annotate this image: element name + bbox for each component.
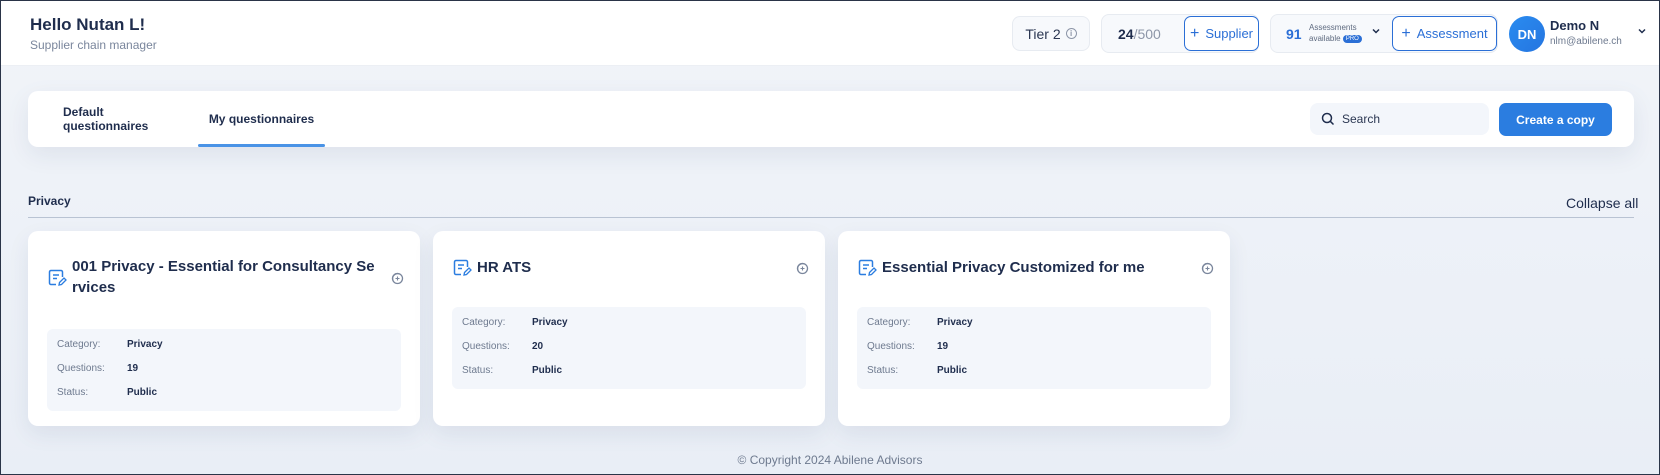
status-value: Public (937, 365, 968, 376)
plus-icon: + (1401, 24, 1411, 42)
assessments-count: 91 (1286, 26, 1302, 42)
user-email: nlm@abilene.ch (1550, 36, 1622, 47)
card-details: Category: Privacy Questions: 20 Status: Pub… (452, 307, 806, 389)
add-supplier-label: Supplier (1205, 26, 1254, 41)
status-label: Status: (57, 387, 89, 398)
tab-my-questionnaires[interactable]: My questionnaires (198, 91, 325, 147)
pro-badge: PRO (1342, 34, 1362, 43)
copy-icon[interactable] (1198, 259, 1214, 275)
assessment-counter: 91 Assessments available PRO + Assessmen… (1270, 14, 1498, 53)
category-label: Category: (867, 317, 911, 328)
add-assessment-button[interactable]: + Assessment (1392, 16, 1497, 51)
card-details: Category: Privacy Questions: 19 Status: Pub… (47, 329, 401, 411)
status-value: Public (127, 387, 158, 398)
questionnaire-icon (453, 259, 472, 276)
user-name: Demo N (1550, 18, 1600, 33)
category-value: Privacy (937, 317, 973, 328)
questionnaire-icon (858, 259, 877, 276)
supplier-counter: 24/500 + Supplier (1101, 14, 1259, 53)
card-title[interactable]: 001 Privacy - Essential for Consultancy … (72, 256, 377, 298)
supplier-count: 24/500 (1118, 26, 1161, 42)
questions-value: 19 (127, 363, 139, 374)
card-details: Category: Privacy Questions: 19 Status: Pub… (857, 307, 1211, 389)
user-menu[interactable]: DN Demo N nlm@abilene.ch (1509, 16, 1649, 53)
questions-label: Questions: (462, 341, 510, 352)
chevron-down-icon[interactable] (1637, 25, 1647, 39)
user-role: Supplier chain manager (30, 38, 157, 52)
plus-icon: + (1189, 24, 1200, 42)
section-divider (28, 217, 1634, 218)
questions-label: Questions: (57, 363, 105, 374)
category-value: Privacy (127, 339, 163, 350)
create-copy-button[interactable]: Create a copy (1499, 103, 1612, 136)
status-label: Status: (867, 365, 899, 376)
copyright-footer: © Copyright 2024 Abilene Advisors (737, 453, 923, 467)
questionnaire-toolbar: Default questionnaires My questionnaires… (28, 91, 1634, 147)
greeting-block: Hello Nutan L! Supplier chain manager (30, 15, 157, 52)
questionnaire-card[interactable]: Essential Privacy Customized for me Cate… (838, 231, 1230, 426)
collapse-all-link[interactable]: Collapse all (1566, 195, 1638, 211)
tab-default-questionnaires[interactable]: Default questionnaires (63, 91, 185, 147)
questions-value: 20 (532, 341, 544, 352)
assessments-label-line1: Assessments (1309, 23, 1357, 32)
supplier-count-total: /500 (1133, 26, 1161, 42)
questionnaire-card[interactable]: HR ATS Category: Privacy Questions: 20 Sta… (433, 231, 825, 426)
tier-badge[interactable]: Tier 2 i (1012, 16, 1090, 51)
category-value: Privacy (532, 317, 568, 328)
category-label: Category: (57, 339, 101, 350)
questionnaire-card[interactable]: 001 Privacy - Essential for Consultancy … (28, 231, 420, 426)
add-supplier-button[interactable]: + Supplier (1184, 16, 1259, 51)
category-label: Category: (462, 317, 506, 328)
search-icon (1321, 112, 1335, 126)
tier-label: Tier 2 (1025, 25, 1061, 42)
add-assessment-label: Assessment (1416, 26, 1488, 41)
status-label: Status: (462, 365, 494, 376)
status-value: Public (532, 365, 563, 376)
avatar: DN (1509, 16, 1545, 52)
questionnaire-icon (48, 269, 67, 286)
search-input[interactable] (1342, 109, 1482, 129)
search-box[interactable] (1310, 103, 1489, 135)
card-title[interactable]: HR ATS (477, 257, 782, 278)
copy-icon[interactable] (388, 269, 404, 285)
info-icon[interactable]: i (1065, 28, 1077, 39)
card-title[interactable]: Essential Privacy Customized for me (882, 257, 1187, 278)
supplier-count-used: 24 (1118, 26, 1134, 42)
top-header: Hello Nutan L! Supplier chain manager Ti… (1, 1, 1659, 66)
section-title: Privacy (28, 194, 71, 208)
assessments-label-line2: available (1309, 34, 1341, 43)
questions-label: Questions: (867, 341, 915, 352)
chevron-down-icon[interactable] (1371, 25, 1381, 39)
questions-value: 19 (937, 341, 949, 352)
greeting-title: Hello Nutan L! (30, 15, 146, 34)
copy-icon[interactable] (793, 259, 809, 275)
assessments-label: Assessments available PRO (1309, 22, 1362, 44)
